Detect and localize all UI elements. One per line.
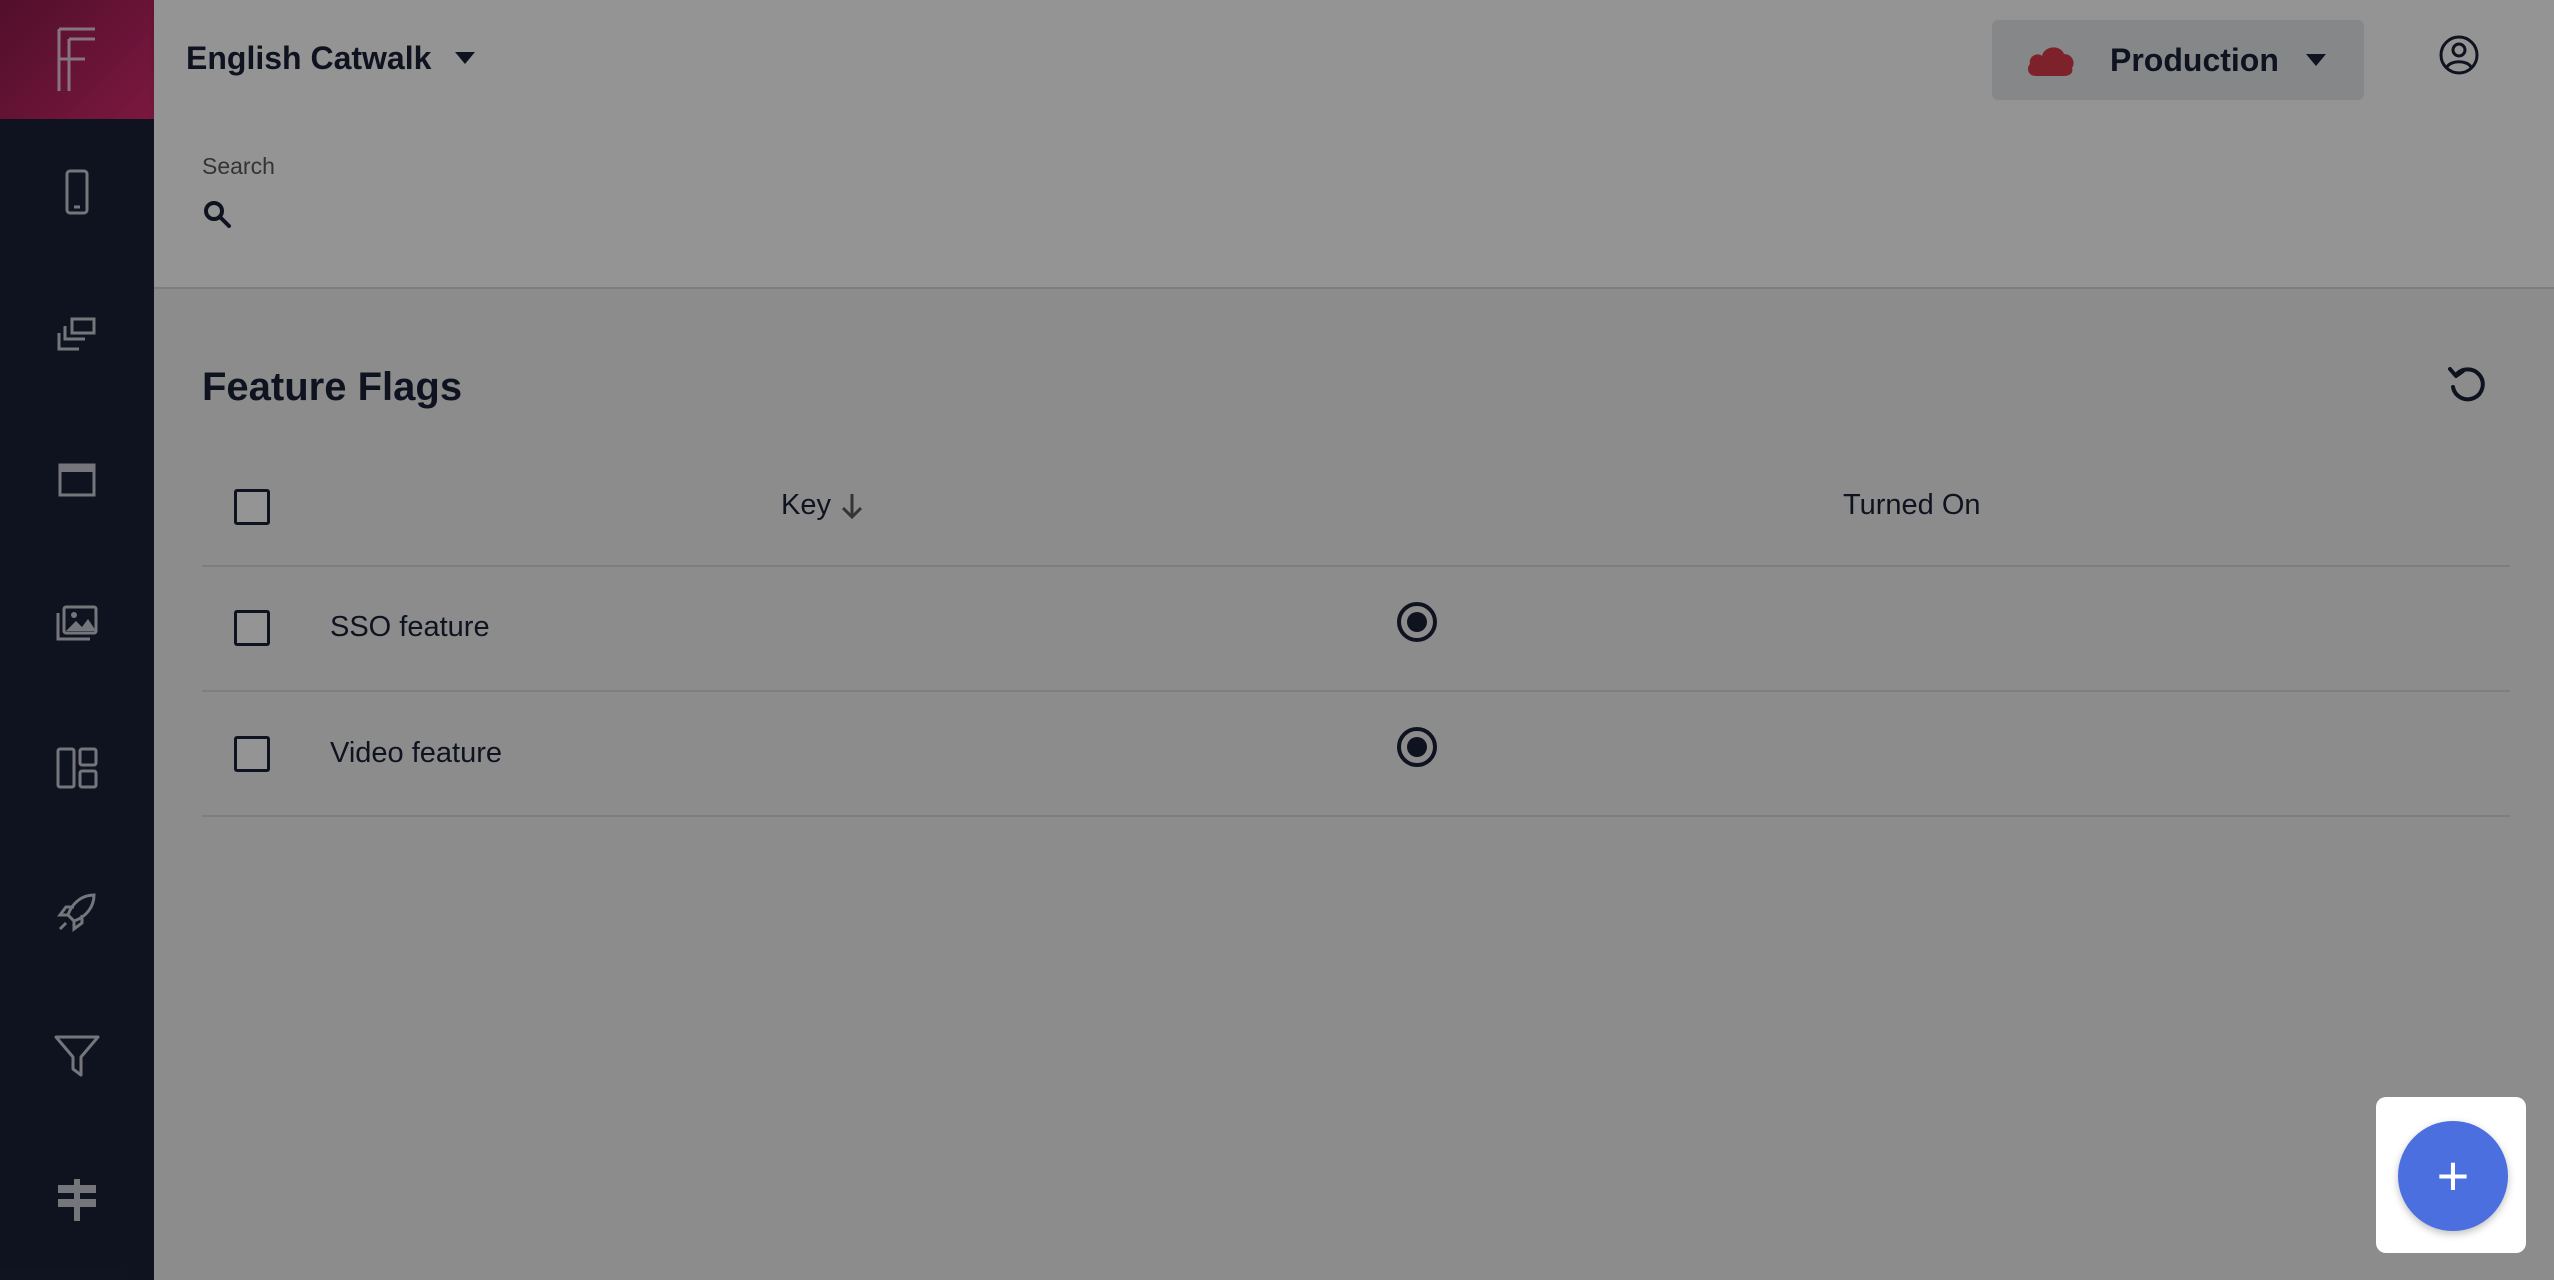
add-feature-flag-button[interactable]: + bbox=[2398, 1121, 2508, 1231]
app-root: English Catwalk Production Search Featur… bbox=[0, 0, 2554, 1280]
modal-backdrop bbox=[0, 0, 2554, 1280]
